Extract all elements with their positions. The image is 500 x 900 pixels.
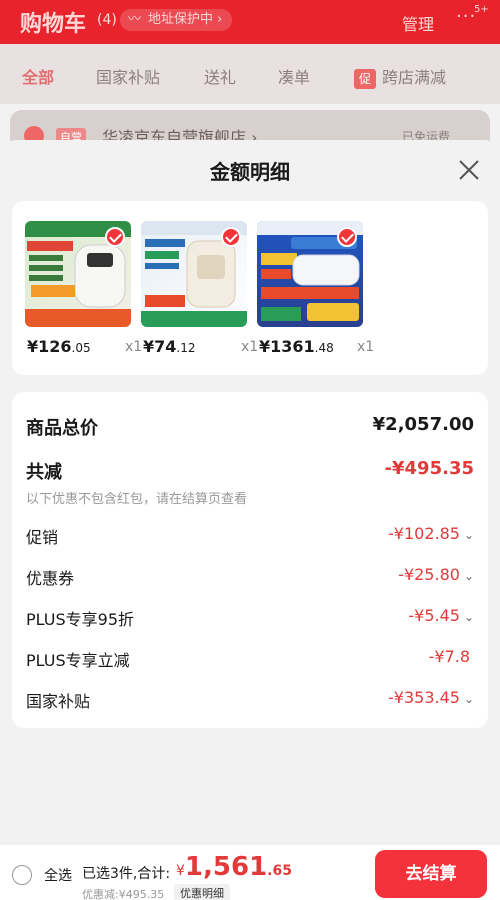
total-dec: .65 [267, 863, 292, 879]
discount-value: -¥353.45 ⌄ [388, 688, 474, 707]
chevron-down-icon: ⌄ [463, 569, 474, 583]
product-quantity: x1 [125, 339, 143, 355]
product-price: ¥126.05 [27, 337, 91, 356]
discount-summary: 优惠减:¥495.35 [82, 888, 165, 900]
discount-amount: -¥7.8 [428, 647, 470, 666]
discount-amount: -¥353.45 [388, 688, 460, 707]
product-price: ¥74.12 [143, 337, 196, 356]
price-summary: 商品总价 ¥2,057.00 共减 -¥495.35 以下优惠不包含红包，请在结… [12, 392, 488, 728]
cart-count: (4) [97, 12, 117, 28]
manage-button[interactable]: 管理 [402, 11, 434, 35]
discount-label: 优惠券 [26, 569, 75, 588]
shield-icon: 〰 [128, 12, 142, 27]
price-detail-sheet: 金额明细 ¥126.05 x1 ¥74.12 x1 ¥1361.48 x1 商品… [0, 140, 500, 845]
promo-tag: 促 [354, 69, 376, 89]
select-all-radio[interactable] [12, 865, 32, 885]
tab-cross-store[interactable]: 促跨店满减 [354, 64, 446, 89]
discount-label: 国家补贴 [26, 692, 91, 711]
selected-check-icon [221, 227, 241, 247]
checkout-bar: 全选 已选3件,合计: ¥1,561.65 优惠减:¥495.35 优惠明细 去… [0, 845, 500, 900]
tab-national-subsidy[interactable]: 国家补贴 [96, 64, 160, 88]
tab-gift[interactable]: 送礼 [204, 64, 236, 88]
discount-value: -¥25.80 ⌄ [398, 565, 474, 584]
tab-cross-store-label: 跨店满减 [382, 68, 447, 87]
address-protection-pill[interactable]: 〰 地址保护中 › [120, 9, 233, 31]
total-price: ¥1,561.65 [176, 852, 292, 882]
product-price-int: ¥126 [27, 337, 72, 356]
discount-amount: -¥25.80 [398, 565, 460, 584]
address-protection-label: 地址保护中 › [148, 12, 223, 27]
discount-amount: -¥102.85 [388, 524, 460, 543]
selected-count-text: 已选3件,合计: [82, 866, 171, 882]
discount-label: PLUS专享95折 [26, 610, 134, 629]
discount-label: PLUS专享立减 [26, 651, 130, 670]
chevron-down-icon: ⌄ [463, 528, 474, 542]
discount-detail-button[interactable]: 优惠明细 [174, 884, 230, 900]
subtotal-label: 商品总价 [26, 418, 98, 439]
product-quantity: x1 [241, 339, 259, 355]
tab-add-on[interactable]: 凑单 [278, 64, 310, 88]
filter-tabs: 全部 国家补贴 送礼 凑单 促跨店满减 [0, 44, 500, 104]
product-price-int: ¥1361 [259, 337, 315, 356]
selected-check-icon [105, 227, 125, 247]
product-price-dec: .12 [176, 341, 196, 355]
checkout-button[interactable]: 去结算 [375, 850, 487, 898]
product-price-dec: .05 [71, 341, 91, 355]
product-list: ¥126.05 x1 ¥74.12 x1 ¥1361.48 x1 [12, 201, 488, 375]
selected-check-icon [337, 227, 357, 247]
discount-amount: -¥5.45 [408, 606, 460, 625]
product-quantity: x1 [357, 339, 375, 355]
product-thumbnail [257, 221, 363, 327]
total-discount-value: -¥495.35 [384, 458, 474, 479]
total-discount-label: 共减 [26, 462, 62, 483]
total-currency: ¥ [176, 863, 185, 879]
discount-value: -¥7.8 [429, 647, 474, 666]
message-badge: 5+ [474, 4, 489, 15]
total-int: 1,561 [184, 852, 268, 882]
product-price-dec: .48 [314, 341, 334, 355]
select-all-label[interactable]: 全选 [44, 865, 72, 885]
product-thumbnail [25, 221, 131, 327]
product-price: ¥1361.48 [259, 337, 334, 356]
product-price-int: ¥74 [143, 337, 177, 356]
close-icon[interactable] [455, 156, 483, 184]
chevron-down-icon: ⌄ [463, 610, 474, 624]
page-title: 购物车 [20, 12, 87, 37]
chevron-down-icon: ⌄ [463, 692, 474, 706]
discount-note: 以下优惠不包含红包，请在结算页查看 [26, 492, 248, 507]
sheet-title: 金额明细 [210, 160, 290, 184]
discount-value: -¥5.45 ⌄ [408, 606, 474, 625]
discount-value: -¥102.85 ⌄ [388, 524, 474, 543]
tab-all[interactable]: 全部 [22, 64, 54, 88]
product-thumbnail [141, 221, 247, 327]
header-bar: 购物车 (4) 〰 地址保护中 › 管理 ··· 5+ [0, 0, 500, 44]
subtotal-value: ¥2,057.00 [372, 414, 474, 435]
discount-label: 促销 [26, 528, 59, 547]
